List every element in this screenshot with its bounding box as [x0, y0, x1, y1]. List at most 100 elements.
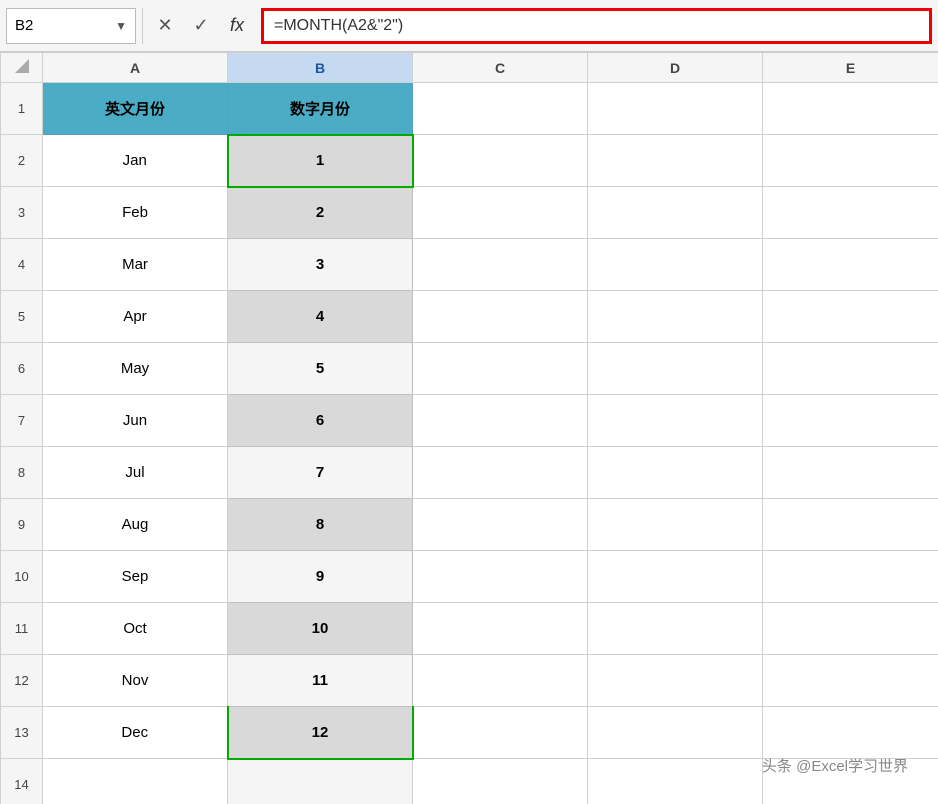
cell-d13[interactable] — [588, 707, 763, 759]
cell-c9[interactable] — [413, 499, 588, 551]
cell-c1[interactable] — [413, 83, 588, 135]
cell-e6[interactable] — [763, 343, 938, 395]
spreadsheet-table: A B C D E 1英文月份数字月份2Jan13Feb24Mar35Apr46… — [0, 52, 938, 804]
cell-e4[interactable] — [763, 239, 938, 291]
cell-b11[interactable]: 10 — [228, 603, 413, 655]
cell-c11[interactable] — [413, 603, 588, 655]
cell-c14[interactable] — [413, 759, 588, 804]
cell-a11[interactable]: Oct — [43, 603, 228, 655]
cell-c3[interactable] — [413, 187, 588, 239]
cell-c4[interactable] — [413, 239, 588, 291]
cell-e9[interactable] — [763, 499, 938, 551]
cell-e8[interactable] — [763, 447, 938, 499]
table-row: 5Apr4 — [1, 291, 938, 343]
table-row: 4Mar3 — [1, 239, 938, 291]
table-row: 7Jun6 — [1, 395, 938, 447]
table-row: 1英文月份数字月份 — [1, 83, 938, 135]
cell-b9[interactable]: 8 — [228, 499, 413, 551]
cell-d4[interactable] — [588, 239, 763, 291]
cancel-button[interactable]: ✕ — [149, 8, 181, 44]
col-header-a[interactable]: A — [43, 53, 228, 83]
cell-d12[interactable] — [588, 655, 763, 707]
cell-c2[interactable] — [413, 135, 588, 187]
cell-d14[interactable] — [588, 759, 763, 804]
cell-d6[interactable] — [588, 343, 763, 395]
cell-d1[interactable] — [588, 83, 763, 135]
cell-d9[interactable] — [588, 499, 763, 551]
cell-reference-value: B2 — [15, 17, 107, 34]
cell-b7[interactable]: 6 — [228, 395, 413, 447]
cell-b13[interactable]: 12 — [228, 707, 413, 759]
cell-b6[interactable]: 5 — [228, 343, 413, 395]
cell-a7[interactable]: Jun — [43, 395, 228, 447]
row-number-12: 12 — [1, 655, 43, 707]
cell-d8[interactable] — [588, 447, 763, 499]
row-number-7: 7 — [1, 395, 43, 447]
row-number-14: 14 — [1, 759, 43, 804]
cell-a13[interactable]: Dec — [43, 707, 228, 759]
cell-a14[interactable] — [43, 759, 228, 804]
cell-b5[interactable]: 4 — [228, 291, 413, 343]
fx-label: fx — [221, 15, 253, 36]
cell-a4[interactable]: Mar — [43, 239, 228, 291]
cell-a6[interactable]: May — [43, 343, 228, 395]
cell-d10[interactable] — [588, 551, 763, 603]
cell-b2[interactable]: 1 — [228, 135, 413, 187]
cell-d11[interactable] — [588, 603, 763, 655]
cell-ref-dropdown-icon[interactable]: ▼ — [115, 19, 127, 33]
cell-d7[interactable] — [588, 395, 763, 447]
column-header-row: A B C D E — [1, 53, 938, 83]
cell-d2[interactable] — [588, 135, 763, 187]
row-number-8: 8 — [1, 447, 43, 499]
cell-reference-box[interactable]: B2 ▼ — [6, 8, 136, 44]
col-header-b[interactable]: B — [228, 53, 413, 83]
spreadsheet: A B C D E 1英文月份数字月份2Jan13Feb24Mar35Apr46… — [0, 52, 938, 804]
cell-a5[interactable]: Apr — [43, 291, 228, 343]
cell-e11[interactable] — [763, 603, 938, 655]
cell-b14[interactable] — [228, 759, 413, 804]
cell-b10[interactable]: 9 — [228, 551, 413, 603]
row-number-6: 6 — [1, 343, 43, 395]
cell-e3[interactable] — [763, 187, 938, 239]
cell-e13[interactable] — [763, 707, 938, 759]
cell-c6[interactable] — [413, 343, 588, 395]
cell-a2[interactable]: Jan — [43, 135, 228, 187]
cell-c8[interactable] — [413, 447, 588, 499]
cell-c7[interactable] — [413, 395, 588, 447]
table-row: 10Sep9 — [1, 551, 938, 603]
table-row: 8Jul7 — [1, 447, 938, 499]
cell-a8[interactable]: Jul — [43, 447, 228, 499]
col-header-d[interactable]: D — [588, 53, 763, 83]
cell-b3[interactable]: 2 — [228, 187, 413, 239]
cell-a3[interactable]: Feb — [43, 187, 228, 239]
cell-e1[interactable] — [763, 83, 938, 135]
cell-c10[interactable] — [413, 551, 588, 603]
cell-a1[interactable]: 英文月份 — [43, 83, 228, 135]
cell-e2[interactable] — [763, 135, 938, 187]
col-header-c[interactable]: C — [413, 53, 588, 83]
cell-b4[interactable]: 3 — [228, 239, 413, 291]
col-header-e[interactable]: E — [763, 53, 938, 83]
cell-b8[interactable]: 7 — [228, 447, 413, 499]
table-row: 12Nov11 — [1, 655, 938, 707]
table-row: 2Jan1 — [1, 135, 938, 187]
cell-c13[interactable] — [413, 707, 588, 759]
confirm-button[interactable]: ✓ — [185, 8, 217, 44]
formula-input[interactable]: =MONTH(A2&"2") — [261, 8, 932, 44]
cell-e10[interactable] — [763, 551, 938, 603]
cell-e12[interactable] — [763, 655, 938, 707]
formula-bar: B2 ▼ ✕ ✓ fx =MONTH(A2&"2") — [0, 0, 938, 52]
cell-d5[interactable] — [588, 291, 763, 343]
cell-a10[interactable]: Sep — [43, 551, 228, 603]
cell-c12[interactable] — [413, 655, 588, 707]
row-number-13: 13 — [1, 707, 43, 759]
row-number-10: 10 — [1, 551, 43, 603]
cell-e5[interactable] — [763, 291, 938, 343]
cell-b12[interactable]: 11 — [228, 655, 413, 707]
cell-a9[interactable]: Aug — [43, 499, 228, 551]
cell-e7[interactable] — [763, 395, 938, 447]
cell-c5[interactable] — [413, 291, 588, 343]
cell-a12[interactable]: Nov — [43, 655, 228, 707]
cell-b1[interactable]: 数字月份 — [228, 83, 413, 135]
cell-d3[interactable] — [588, 187, 763, 239]
